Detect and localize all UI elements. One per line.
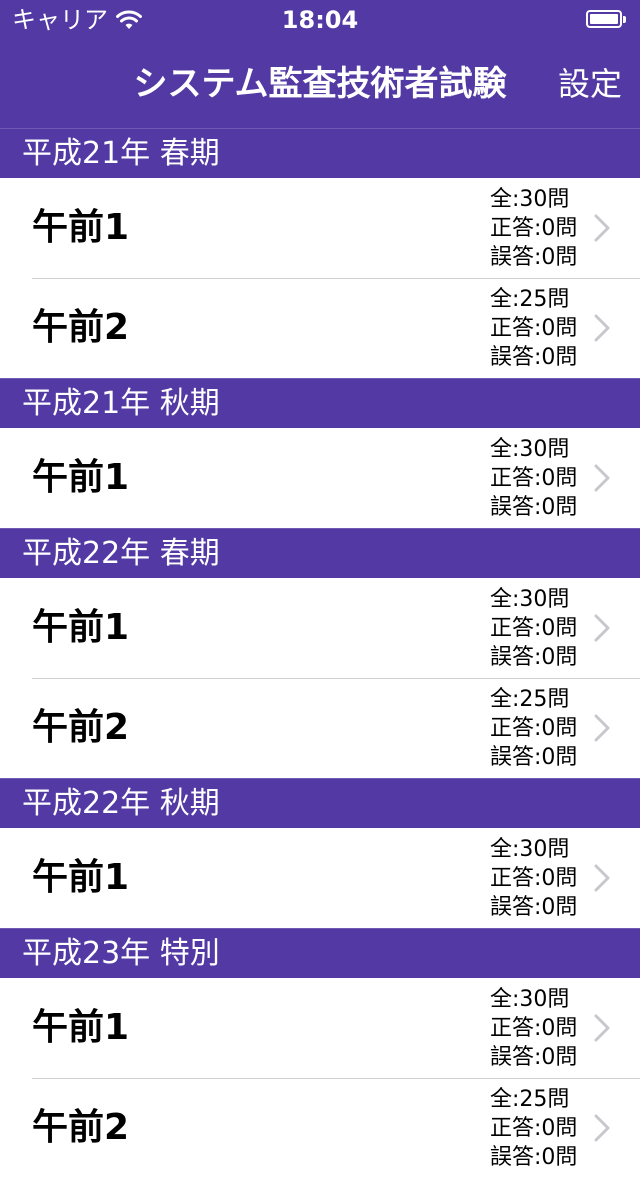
correct-count: 正答:0問 <box>490 1016 578 1041</box>
exam-stats: 全:25問正答:0問誤答:0問 <box>490 1085 577 1172</box>
wrong-count: 誤答:0問 <box>490 1145 578 1170</box>
exam-stats: 全:30問正答:0問誤答:0問 <box>490 835 577 922</box>
total-count: 全:30問 <box>490 987 570 1012</box>
correct-count: 正答:0問 <box>490 866 578 891</box>
wrong-count: 誤答:0問 <box>490 745 578 770</box>
exam-title: 午前1 <box>32 457 130 498</box>
status-time: 18:04 <box>281 6 359 34</box>
wrong-count: 誤答:0問 <box>490 645 578 670</box>
header: キャリア 18:04 システム監査技術者試験 設定 <box>0 0 640 128</box>
navigation-bar: システム監査技術者試験 設定 <box>0 40 640 128</box>
status-bar: キャリア 18:04 <box>0 0 640 40</box>
page-title: システム監査技術者試験 <box>133 64 507 104</box>
battery-icon <box>586 10 628 30</box>
section-header: 平成21年 春期 <box>0 128 640 178</box>
total-count: 全:30問 <box>490 587 570 612</box>
exam-stats: 全:25問正答:0問誤答:0問 <box>490 685 577 772</box>
chevron-right-icon <box>594 314 610 342</box>
correct-count: 正答:0問 <box>490 716 578 741</box>
exam-title: 午前1 <box>32 857 130 898</box>
chevron-right-icon <box>594 214 610 242</box>
exam-title: 午前2 <box>32 1107 130 1148</box>
exam-row[interactable]: 午前2 全:25問正答:0問誤答:0問 <box>0 1078 640 1178</box>
exam-row[interactable]: 午前1 全:30問正答:0問誤答:0問 <box>0 978 640 1078</box>
total-count: 全:25問 <box>490 287 570 312</box>
correct-count: 正答:0問 <box>490 316 578 341</box>
correct-count: 正答:0問 <box>490 1116 578 1141</box>
total-count: 全:30問 <box>490 437 570 462</box>
section-header: 平成23年 特別 <box>0 928 640 978</box>
wrong-count: 誤答:0問 <box>490 245 578 270</box>
exam-title: 午前2 <box>32 707 130 748</box>
exam-title: 午前1 <box>32 207 130 248</box>
chevron-right-icon <box>594 614 610 642</box>
section-header: 平成22年 秋期 <box>0 778 640 828</box>
correct-count: 正答:0問 <box>490 216 578 241</box>
exam-title: 午前1 <box>32 607 130 648</box>
correct-count: 正答:0問 <box>490 616 578 641</box>
exam-row[interactable]: 午前1 全:30問正答:0問誤答:0問 <box>0 578 640 678</box>
chevron-right-icon <box>594 714 610 742</box>
exam-stats: 全:30問正答:0問誤答:0問 <box>490 985 577 1072</box>
chevron-right-icon <box>594 1114 610 1142</box>
chevron-right-icon <box>594 864 610 892</box>
exam-stats: 全:30問正答:0問誤答:0問 <box>490 435 577 522</box>
exam-stats: 全:30問正答:0問誤答:0問 <box>490 585 577 672</box>
wrong-count: 誤答:0問 <box>490 1045 578 1070</box>
total-count: 全:30問 <box>490 837 570 862</box>
wrong-count: 誤答:0問 <box>490 895 578 920</box>
total-count: 全:25問 <box>490 687 570 712</box>
settings-button[interactable]: 設定 <box>558 40 622 128</box>
exam-row[interactable]: 午前2 全:25問正答:0問誤答:0問 <box>0 278 640 378</box>
exam-row[interactable]: 午前1 全:30問正答:0問誤答:0問 <box>0 428 640 528</box>
section-header: 平成22年 春期 <box>0 528 640 578</box>
chevron-right-icon <box>594 1014 610 1042</box>
exam-stats: 全:30問正答:0問誤答:0問 <box>490 185 577 272</box>
exam-row[interactable]: 午前1 全:30問正答:0問誤答:0問 <box>0 828 640 928</box>
exam-title: 午前2 <box>32 307 130 348</box>
wrong-count: 誤答:0問 <box>490 345 578 370</box>
exam-row[interactable]: 午前2 全:25問正答:0問誤答:0問 <box>0 678 640 778</box>
total-count: 全:30問 <box>490 187 570 212</box>
exam-row[interactable]: 午前1 全:30問正答:0問誤答:0問 <box>0 178 640 278</box>
wrong-count: 誤答:0問 <box>490 495 578 520</box>
chevron-right-icon <box>594 464 610 492</box>
exam-stats: 全:25問正答:0問誤答:0問 <box>490 285 577 372</box>
exam-title: 午前1 <box>32 1007 130 1048</box>
section-header: 平成21年 秋期 <box>0 378 640 428</box>
total-count: 全:25問 <box>490 1087 570 1112</box>
correct-count: 正答:0問 <box>490 466 578 491</box>
exam-list: 平成21年 春期 午前1 全:30問 正答:0問 誤答:0問 午前2 全:25問 正答:0問誤… <box>0 128 640 1178</box>
